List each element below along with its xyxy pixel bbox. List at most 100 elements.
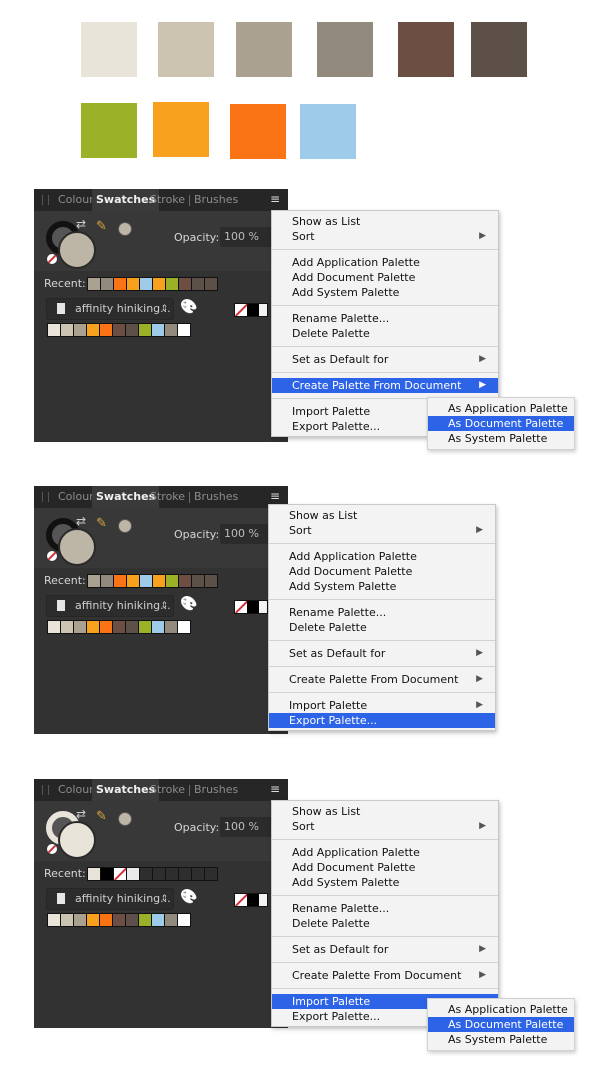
recent-swatch[interactable]	[127, 868, 140, 880]
recent-swatch[interactable]	[166, 278, 179, 290]
recent-swatch[interactable]	[140, 575, 153, 587]
grip-icon[interactable]	[42, 785, 49, 795]
menu-item[interactable]: Sort ▶	[272, 229, 498, 244]
recent-swatch[interactable]	[88, 278, 101, 290]
recent-swatch[interactable]	[114, 278, 127, 290]
recent-swatch[interactable]	[140, 868, 153, 880]
palette-swatch[interactable]	[87, 324, 100, 336]
palette-swatch[interactable]	[74, 914, 87, 926]
recent-swatch[interactable]	[179, 575, 192, 587]
submenu-item[interactable]: As Application Palette	[428, 1002, 574, 1017]
menu-item[interactable]: Rename Palette...	[269, 605, 495, 620]
eyedropper-icon[interactable]: ✎	[96, 219, 107, 234]
tab-colour[interactable]: Colour	[58, 486, 94, 508]
palette-swatch[interactable]	[113, 621, 126, 633]
eyedropper-icon[interactable]: ✎	[96, 809, 107, 824]
white-swatch[interactable]	[259, 894, 267, 906]
palette-swatch[interactable]	[74, 621, 87, 633]
palette-selector[interactable]: affinity hiniking... ⇕	[46, 298, 174, 320]
menu-item[interactable]: Add Application Palette	[272, 255, 498, 270]
menu-item[interactable]: Delete Palette	[272, 326, 498, 341]
hamburger-menu-icon[interactable]: ≡	[270, 490, 284, 504]
palette-swatch[interactable]	[178, 621, 190, 633]
palette-swatch[interactable]	[178, 914, 190, 926]
menu-item[interactable]: Export Palette...	[269, 713, 495, 728]
palette-swatch[interactable]	[139, 914, 152, 926]
palette-icon[interactable]: 🎨	[180, 299, 197, 315]
menu-item[interactable]: Add Application Palette	[269, 549, 495, 564]
swap-arrows-icon[interactable]: ⇄	[76, 807, 86, 821]
tab-brushes[interactable]: Brushes	[194, 486, 238, 508]
menu-item[interactable]: Add System Palette	[272, 875, 498, 890]
palette-swatch[interactable]	[48, 324, 61, 336]
recent-swatch[interactable]	[153, 868, 166, 880]
palette-swatch[interactable]	[178, 324, 190, 336]
submenu-item[interactable]: As System Palette	[428, 431, 574, 446]
palette-swatch[interactable]	[61, 324, 74, 336]
menu-item[interactable]: Rename Palette...	[272, 311, 498, 326]
swap-arrows-icon[interactable]: ⇄	[76, 514, 86, 528]
palette-swatch[interactable]	[126, 914, 139, 926]
tab-brushes[interactable]: Brushes	[194, 779, 238, 801]
menu-item[interactable]: Sort ▶	[269, 523, 495, 538]
recent-swatch[interactable]	[166, 868, 179, 880]
recent-swatch[interactable]	[179, 278, 192, 290]
palette-selector[interactable]: affinity hiniking... ⇕	[46, 595, 174, 617]
recent-swatch[interactable]	[140, 278, 153, 290]
no-fill-icon[interactable]	[46, 843, 58, 855]
menu-item[interactable]: Add Document Palette	[269, 564, 495, 579]
recent-swatch[interactable]	[127, 575, 140, 587]
palette-swatch[interactable]	[100, 914, 113, 926]
palette-selector[interactable]: affinity hiniking... ⇕	[46, 888, 174, 910]
grip-icon[interactable]	[42, 492, 49, 502]
none-swatch[interactable]	[235, 304, 247, 316]
palette-swatch[interactable]	[165, 324, 178, 336]
menu-item[interactable]: Set as Default for ▶	[272, 352, 498, 367]
tab-stroke[interactable]: Stroke	[150, 189, 185, 211]
menu-item[interactable]: Delete Palette	[269, 620, 495, 635]
palette-swatch[interactable]	[165, 621, 178, 633]
menu-item[interactable]: Add Document Palette	[272, 860, 498, 875]
menu-item[interactable]: Add System Palette	[272, 285, 498, 300]
none-swatch[interactable]	[235, 601, 247, 613]
recent-swatch[interactable]	[205, 575, 217, 587]
recent-swatch[interactable]	[166, 575, 179, 587]
palette-swatch[interactable]	[126, 621, 139, 633]
palette-swatch[interactable]	[74, 324, 87, 336]
recent-swatch[interactable]	[192, 278, 205, 290]
recent-swatch[interactable]	[192, 868, 205, 880]
recent-swatch[interactable]	[127, 278, 140, 290]
recent-swatch[interactable]	[205, 868, 217, 880]
palette-swatch[interactable]	[100, 324, 113, 336]
no-fill-icon[interactable]	[46, 253, 58, 265]
palette-swatch[interactable]	[48, 621, 61, 633]
grip-icon[interactable]	[42, 195, 49, 205]
palette-swatch[interactable]	[100, 621, 113, 633]
palette-swatch[interactable]	[113, 324, 126, 336]
fill-color-well[interactable]	[58, 231, 96, 269]
palette-swatch[interactable]	[165, 914, 178, 926]
palette-swatch[interactable]	[61, 914, 74, 926]
black-swatch[interactable]	[247, 894, 259, 906]
palette-swatch[interactable]	[61, 621, 74, 633]
menu-item[interactable]: Show as List	[269, 508, 495, 523]
submenu-item[interactable]: As Document Palette	[428, 416, 574, 431]
menu-item[interactable]: Rename Palette...	[272, 901, 498, 916]
menu-item[interactable]: Set as Default for ▶	[269, 646, 495, 661]
submenu-item[interactable]: As Document Palette	[428, 1017, 574, 1032]
submenu-item[interactable]: As Application Palette	[428, 401, 574, 416]
tab-colour[interactable]: Colour	[58, 779, 94, 801]
recent-swatch[interactable]	[101, 868, 114, 880]
recent-swatch[interactable]	[153, 278, 166, 290]
white-swatch[interactable]	[259, 601, 267, 613]
recent-swatch[interactable]	[88, 868, 101, 880]
tab-brushes[interactable]: Brushes	[194, 189, 238, 211]
palette-swatch[interactable]	[139, 324, 152, 336]
fill-color-well[interactable]	[58, 528, 96, 566]
black-swatch[interactable]	[247, 601, 259, 613]
hamburger-menu-icon[interactable]: ≡	[270, 193, 284, 207]
hamburger-menu-icon[interactable]: ≡	[270, 783, 284, 797]
menu-item[interactable]: Add Application Palette	[272, 845, 498, 860]
menu-item[interactable]: Add Document Palette	[272, 270, 498, 285]
palette-swatch[interactable]	[87, 914, 100, 926]
